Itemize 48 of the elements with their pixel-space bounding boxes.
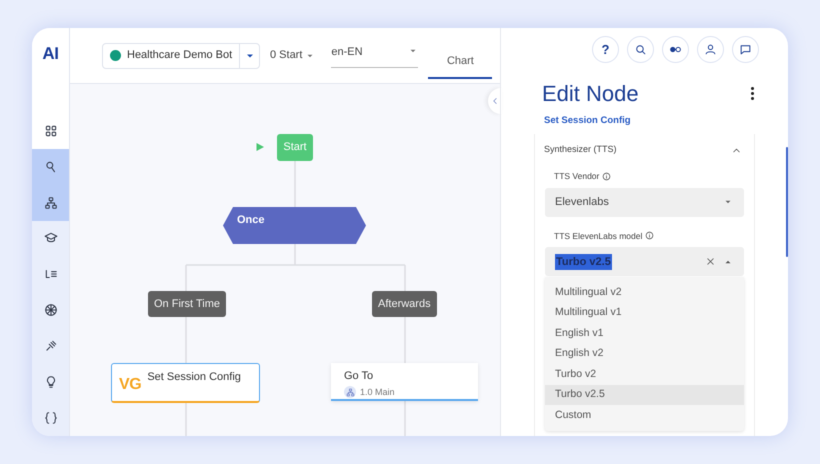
goto-node[interactable]: Go To 1.0 Main	[331, 363, 478, 401]
dropdown-option[interactable]: Turbo v2.5	[545, 384, 744, 406]
node-title: Set Session Config	[147, 370, 241, 385]
dropdown-option[interactable]: Multilingual v1	[545, 302, 744, 324]
hierarchy-icon	[44, 196, 58, 210]
user-icon	[704, 43, 717, 56]
logo: AI	[42, 43, 59, 65]
branch-node[interactable]: On First Time	[148, 291, 226, 317]
dropdown-option[interactable]: English v2	[545, 344, 744, 364]
braces-icon	[44, 411, 58, 426]
user-button[interactable]	[697, 36, 724, 63]
field-label: TTS ElevenLabs model	[554, 230, 642, 242]
section-title: Synthesizer (TTS)	[544, 143, 617, 156]
locale-selector[interactable]: en-EN	[331, 44, 418, 68]
globe-icon	[44, 303, 58, 318]
bot-selector[interactable]: Healthcare Demo Bot	[102, 42, 260, 68]
bot-name: Healthcare Demo Bot	[127, 48, 232, 64]
search-button[interactable]	[627, 36, 654, 63]
sidebar-item[interactable]	[32, 184, 69, 221]
hierarchy-icon	[346, 388, 354, 397]
node-title: Go To	[344, 369, 374, 384]
panel-title: Edit Node	[542, 80, 639, 108]
goto-target: 1.0 Main	[360, 386, 395, 398]
toggle-button[interactable]	[662, 36, 689, 63]
chat-icon	[739, 43, 752, 56]
action-node[interactable]: VG Set Session Config	[111, 363, 260, 403]
node-type-link[interactable]: Set Session Config	[501, 114, 788, 128]
help-button[interactable]: ?	[592, 36, 619, 63]
play-icon	[254, 141, 266, 153]
sidebar-item[interactable]	[32, 112, 69, 149]
search-icon	[634, 43, 647, 56]
dropdown-option[interactable]: English v1	[545, 323, 744, 344]
dropdown-option[interactable]: Multilingual v2	[545, 282, 744, 303]
field-label: TTS Vendor	[554, 170, 600, 182]
more-options-button[interactable]	[751, 87, 754, 100]
flow-selector[interactable]: 0 Start	[270, 47, 316, 64]
info-icon	[602, 172, 612, 181]
chat-button[interactable]	[732, 36, 759, 63]
chart-tab[interactable]: Chart	[428, 46, 492, 78]
close-icon	[705, 256, 716, 268]
branch-node[interactable]: Afterwards	[372, 291, 437, 317]
dropdown-option[interactable]: Custom	[545, 405, 744, 426]
vendor-select[interactable]: Elevenlabs	[545, 188, 744, 216]
condition-node[interactable]: Once	[223, 207, 366, 244]
grid-icon	[44, 124, 58, 138]
dropdown-option[interactable]: Turbo v2	[545, 364, 744, 385]
info-icon	[645, 231, 654, 240]
vg-logo: VG	[119, 375, 142, 395]
